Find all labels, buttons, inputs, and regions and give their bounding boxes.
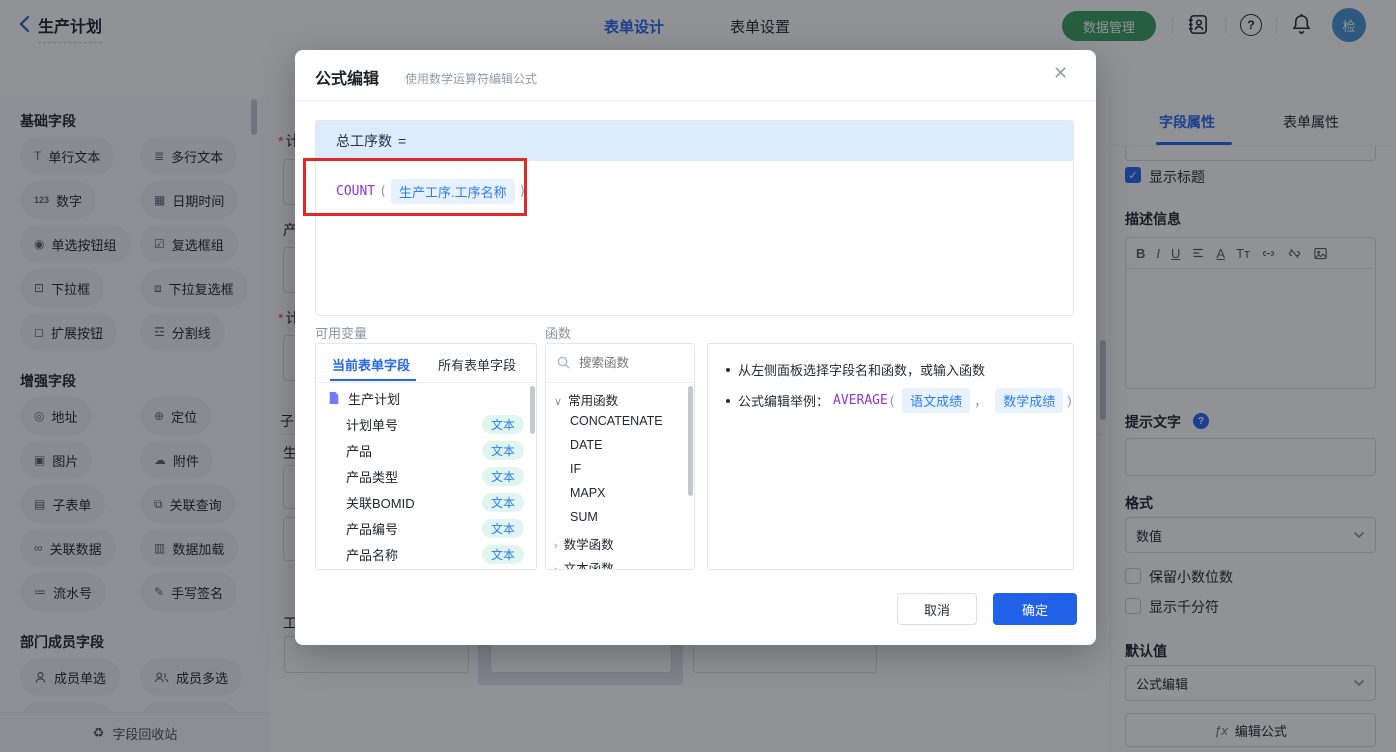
chevron-open-icon: ∨ <box>554 396 563 408</box>
function-item[interactable]: MAPX <box>570 486 605 500</box>
close-icon[interactable]: ✕ <box>1053 63 1068 84</box>
bullet <box>726 398 730 403</box>
variable-row[interactable]: 文本 <box>316 567 536 569</box>
functions-label: 函数 <box>545 326 572 341</box>
divider <box>295 100 1096 101</box>
type-badge: 文本 <box>481 518 524 538</box>
type-badge: 文本 <box>481 440 524 460</box>
modal-title: 公式编辑 <box>315 71 380 88</box>
annotation-highlight-box <box>303 158 527 216</box>
functions-panel: ∨常用函数 CONCATENATE DATE IF MAPX SUM ›数学函数… <box>545 343 695 570</box>
function-item[interactable]: IF <box>570 462 581 476</box>
function-group-math[interactable]: › 数学函数 <box>554 534 614 553</box>
formula-target-bar: 总工序数 = <box>316 121 1073 161</box>
formula-help-panel: 从左侧面板选择字段名和函数，或输入函数 公式编辑举例： AVERAGE ( 语文… <box>707 343 1074 570</box>
variable-row[interactable]: 关联BOMID 文本 <box>316 489 536 515</box>
function-item[interactable]: SUM <box>570 510 598 524</box>
search-icon <box>557 356 570 369</box>
formula-editor: 总工序数 = COUNT ( 生产工序.工序名称 ) <box>315 120 1074 316</box>
formula-editor-modal: 公式编辑 使用数学运算符编辑公式 ✕ 总工序数 = COUNT ( 生产工序.工… <box>295 50 1096 645</box>
confirm-button[interactable]: 确定 <box>993 593 1077 625</box>
variable-row[interactable]: 计划单号 文本 <box>316 411 536 437</box>
variables-label: 可用变量 <box>315 326 368 341</box>
bullet <box>726 367 730 372</box>
functions-scrollbar[interactable] <box>688 386 693 496</box>
chevron-closed-icon: › <box>554 540 558 552</box>
variables-scrollbar[interactable] <box>530 386 535 434</box>
variable-row[interactable]: 产品 文本 <box>316 437 536 463</box>
function-item[interactable]: DATE <box>570 438 602 452</box>
tab-all-form-fields[interactable]: 所有表单字段 <box>438 355 516 374</box>
example-chip: 数学成绩 <box>995 388 1064 413</box>
variables-panel: 当前表单字段 所有表单字段 生产计划 计划单号 文本 产品 文本 产品类型 文本 关联… <box>315 343 537 570</box>
tab-current-form-fields[interactable]: 当前表单字段 <box>332 355 410 374</box>
function-group-common[interactable]: ∨ 常用函数 <box>554 390 618 409</box>
type-badge: 文本 <box>481 492 524 512</box>
chevron-closed-icon: › <box>554 564 558 570</box>
variable-row[interactable]: 产品类型 文本 <box>316 463 536 489</box>
document-icon <box>329 392 339 404</box>
help-tip-1: 从左侧面板选择字段名和函数，或输入函数 <box>726 360 985 379</box>
variable-row[interactable]: 产品名称 文本 <box>316 541 536 567</box>
type-badge: 文本 <box>481 414 524 434</box>
type-badge: 文本 <box>481 466 524 486</box>
tree-root-form[interactable]: 生产计划 <box>316 385 536 411</box>
help-tip-2: 公式编辑举例： AVERAGE ( 语文成绩 ， 数学成绩 ) <box>726 388 1072 413</box>
function-search <box>546 344 694 383</box>
function-item[interactable]: CONCATENATE <box>570 414 663 428</box>
cancel-button[interactable]: 取消 <box>897 593 977 625</box>
result-field-name: 总工序数 <box>336 133 392 149</box>
app: 生产计划 表单设计 表单设置 数据管理 ? 检 ⊘ 表单外链 ⊠ 后端脚本 <box>0 0 1396 752</box>
variables-tabs: 当前表单字段 所有表单字段 <box>316 344 536 383</box>
variables-tree: 生产计划 计划单号 文本 产品 文本 产品类型 文本 关联BOMID 文本 产品编号 文本… <box>316 383 536 569</box>
equals-sign: = <box>398 133 407 149</box>
active-tab-underline <box>330 379 416 381</box>
function-group-text[interactable]: › 文本函数 <box>554 558 614 570</box>
modal-subtitle: 使用数学运算符编辑公式 <box>405 72 538 86</box>
example-function: AVERAGE <box>833 393 888 408</box>
example-chip: 语文成绩 <box>902 388 971 413</box>
type-badge: 文本 <box>481 544 524 564</box>
variable-row[interactable]: 产品编号 文本 <box>316 515 536 541</box>
function-search-input[interactable] <box>577 352 689 374</box>
